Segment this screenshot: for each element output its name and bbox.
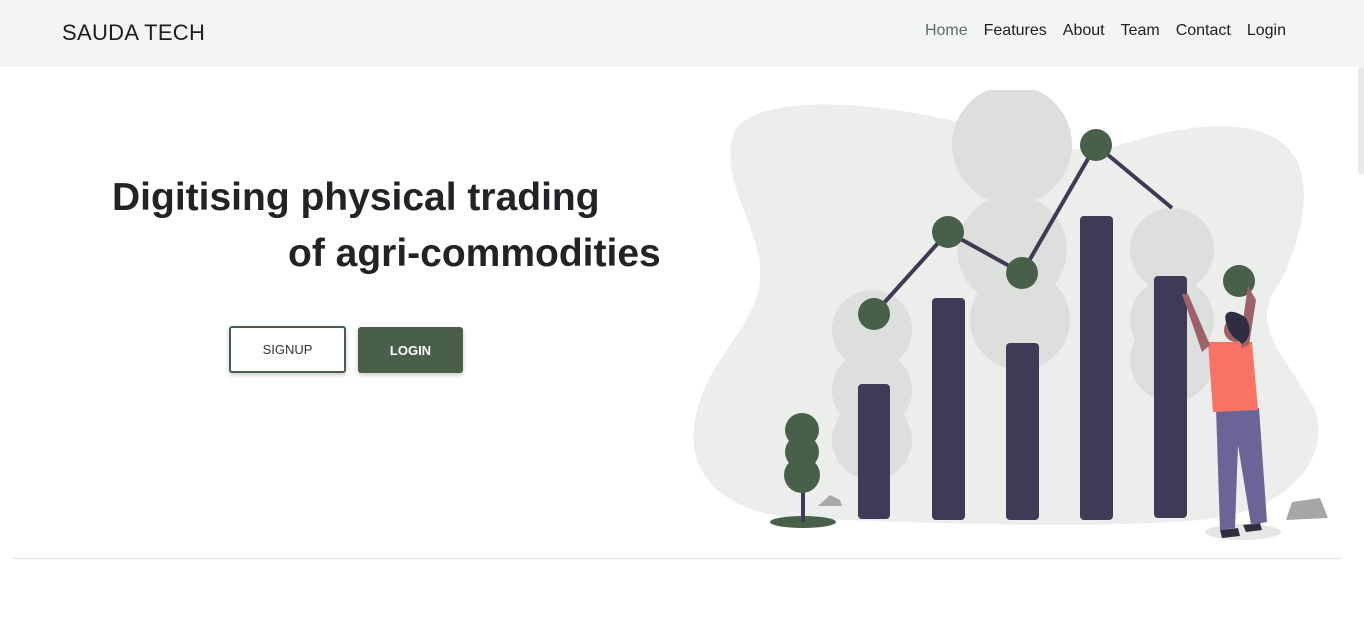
signup-button[interactable]: SIGNUP [229,326,346,373]
nav-item-contact: Contact [1176,22,1231,40]
top-navbar: SAUDA TECH Home Features About Team Cont… [0,0,1364,67]
nav-links: Home Features About Team Contact Login [925,22,1286,40]
nav-item-features: Features [984,22,1047,40]
nav-link-team[interactable]: Team [1121,22,1160,39]
bar-1 [858,384,890,519]
bar-4 [1080,216,1113,520]
point-3 [1006,257,1038,289]
page-scrollbar-thumb[interactable] [1358,67,1364,175]
bar-3 [1006,343,1039,520]
nav-link-contact[interactable]: Contact [1176,22,1231,39]
point-2 [932,216,964,248]
nav-link-login[interactable]: Login [1247,22,1286,39]
nav-item-about: About [1063,22,1105,40]
brand-logo[interactable]: SAUDA TECH [62,20,205,46]
point-4 [1080,129,1112,161]
nav-item-login: Login [1247,22,1286,40]
point-1 [858,298,890,330]
growth-chart-illustration [693,90,1328,540]
nav-item-home: Home [925,22,968,40]
bar-2 [932,298,965,520]
login-button[interactable]: LOGIN [358,327,463,373]
rock-large [1286,498,1328,520]
bar-5 [1154,276,1187,518]
hero-headline: Digitising physical trading of agri-comm… [112,170,672,282]
nav-item-team: Team [1121,22,1160,40]
nav-link-features[interactable]: Features [984,22,1047,39]
nav-link-home[interactable]: Home [925,22,968,39]
hero-headline-line1: Digitising physical trading [112,176,600,219]
hero-headline-line2: of agri-commodities [288,232,661,275]
section-divider [12,558,1342,559]
nav-link-about[interactable]: About [1063,22,1105,39]
